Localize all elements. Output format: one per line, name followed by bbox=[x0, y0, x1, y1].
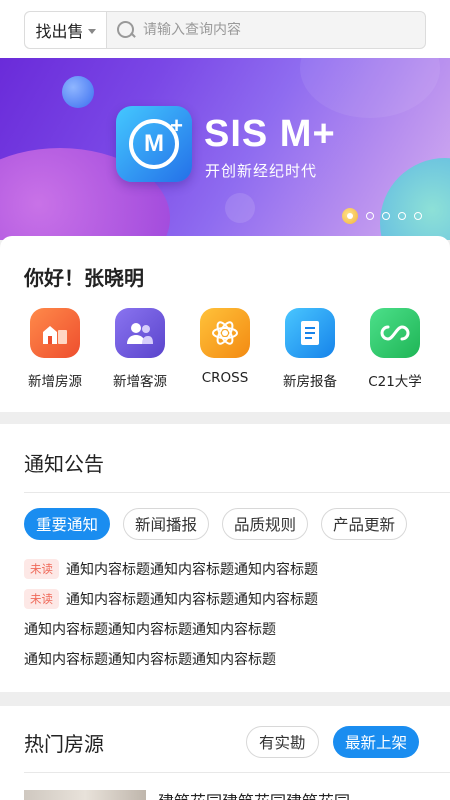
carousel-dot-5[interactable] bbox=[414, 212, 422, 220]
carousel-indicator bbox=[342, 208, 422, 224]
carousel-dot-4[interactable] bbox=[398, 212, 406, 220]
hot-listings-title: 热门房源 bbox=[24, 732, 104, 756]
divider bbox=[24, 492, 450, 493]
quick-action-label: 新增房源 bbox=[28, 374, 82, 390]
cross-network-icon bbox=[200, 308, 250, 358]
notice-section-title: 通知公告 bbox=[24, 452, 104, 476]
customers-icon bbox=[115, 308, 165, 358]
divider bbox=[24, 772, 450, 773]
search-box: 找出售 bbox=[24, 11, 426, 49]
greeting-card: 你好！张晓明 新增房源 新增客源 CROSS 新房报备 C21大学 bbox=[0, 236, 450, 412]
notice-title: 通知内容标题通知内容标题通知内容标题 bbox=[24, 652, 276, 668]
notice-tabs: 重要通知 新闻播报 品质规则 产品更新 bbox=[24, 508, 408, 540]
hot-listings-card: 热门房源 有实勘 最新上架 建筑花园建筑花园建筑花园 bbox=[0, 706, 450, 800]
quick-action-add-listing[interactable]: 新增房源 bbox=[17, 308, 93, 390]
quick-action-label: 新房报备 bbox=[283, 374, 337, 390]
tab-news[interactable]: 新闻播报 bbox=[123, 508, 210, 540]
banner-decoration bbox=[225, 193, 255, 223]
house-add-icon bbox=[30, 308, 80, 358]
unread-badge: 未读 bbox=[24, 589, 59, 609]
report-document-icon bbox=[285, 308, 335, 358]
notice-item[interactable]: 未读 通知内容标题通知内容标题通知内容标题 bbox=[24, 584, 318, 614]
carousel-dot-3[interactable] bbox=[382, 212, 390, 220]
app-logo-letter: M bbox=[144, 130, 164, 157]
notice-title: 通知内容标题通知内容标题通知内容标题 bbox=[66, 592, 318, 608]
notice-item[interactable]: 未读 通知内容标题通知内容标题通知内容标题 bbox=[24, 554, 318, 584]
quick-action-new-house-report[interactable]: 新房报备 bbox=[272, 308, 348, 390]
filter-newest-button[interactable]: 最新上架 bbox=[333, 726, 420, 758]
quick-action-c21-university[interactable]: C21大学 bbox=[357, 308, 433, 390]
tab-important-notice[interactable]: 重要通知 bbox=[24, 508, 111, 540]
notice-card: 通知公告 重要通知 新闻播报 品质规则 产品更新 未读 通知内容标题通知内容标题… bbox=[0, 424, 450, 692]
unread-badge: 未读 bbox=[24, 559, 59, 579]
filter-has-survey-button[interactable]: 有实勘 bbox=[246, 726, 319, 758]
quick-action-label: C21大学 bbox=[368, 374, 422, 390]
notice-title: 通知内容标题通知内容标题通知内容标题 bbox=[24, 622, 276, 638]
banner-decoration bbox=[62, 76, 94, 108]
notice-item[interactable]: 通知内容标题通知内容标题通知内容标题 bbox=[24, 644, 318, 674]
carousel-dot-1[interactable] bbox=[342, 208, 358, 224]
search-input[interactable] bbox=[143, 22, 425, 38]
banner-decoration bbox=[300, 58, 440, 118]
search-type-label: 找出售 bbox=[35, 22, 84, 41]
app-logo: M + bbox=[116, 106, 192, 182]
top-search-bar: 找出售 bbox=[0, 0, 450, 58]
notice-list: 未读 通知内容标题通知内容标题通知内容标题 未读 通知内容标题通知内容标题通知内… bbox=[24, 554, 318, 674]
quick-action-cross[interactable]: CROSS bbox=[187, 308, 263, 386]
quick-action-label: CROSS bbox=[201, 370, 249, 386]
notice-title: 通知内容标题通知内容标题通知内容标题 bbox=[66, 562, 318, 578]
listing-thumbnail[interactable] bbox=[24, 790, 146, 800]
caret-down-icon bbox=[87, 28, 96, 34]
app-logo-mark: M + bbox=[129, 113, 183, 169]
search-type-dropdown[interactable]: 找出售 bbox=[25, 12, 107, 48]
banner-slogan: 开创新经纪时代 bbox=[205, 162, 318, 180]
app-logo-plus: + bbox=[170, 113, 183, 138]
quick-action-add-customer[interactable]: 新增客源 bbox=[102, 308, 178, 390]
quick-action-label: 新增客源 bbox=[113, 374, 167, 390]
search-icon bbox=[115, 19, 137, 41]
tab-quality-rules[interactable]: 品质规则 bbox=[222, 508, 309, 540]
greeting-text: 你好！张晓明 bbox=[24, 266, 144, 290]
infinity-icon bbox=[370, 308, 420, 358]
banner-decoration bbox=[380, 158, 450, 240]
listing-title[interactable]: 建筑花园建筑花园建筑花园 bbox=[158, 788, 350, 800]
banner-brand: SIS M+ bbox=[204, 113, 336, 155]
notice-item[interactable]: 通知内容标题通知内容标题通知内容标题 bbox=[24, 614, 318, 644]
carousel-dot-2[interactable] bbox=[366, 212, 374, 220]
tab-product-updates[interactable]: 产品更新 bbox=[321, 508, 408, 540]
